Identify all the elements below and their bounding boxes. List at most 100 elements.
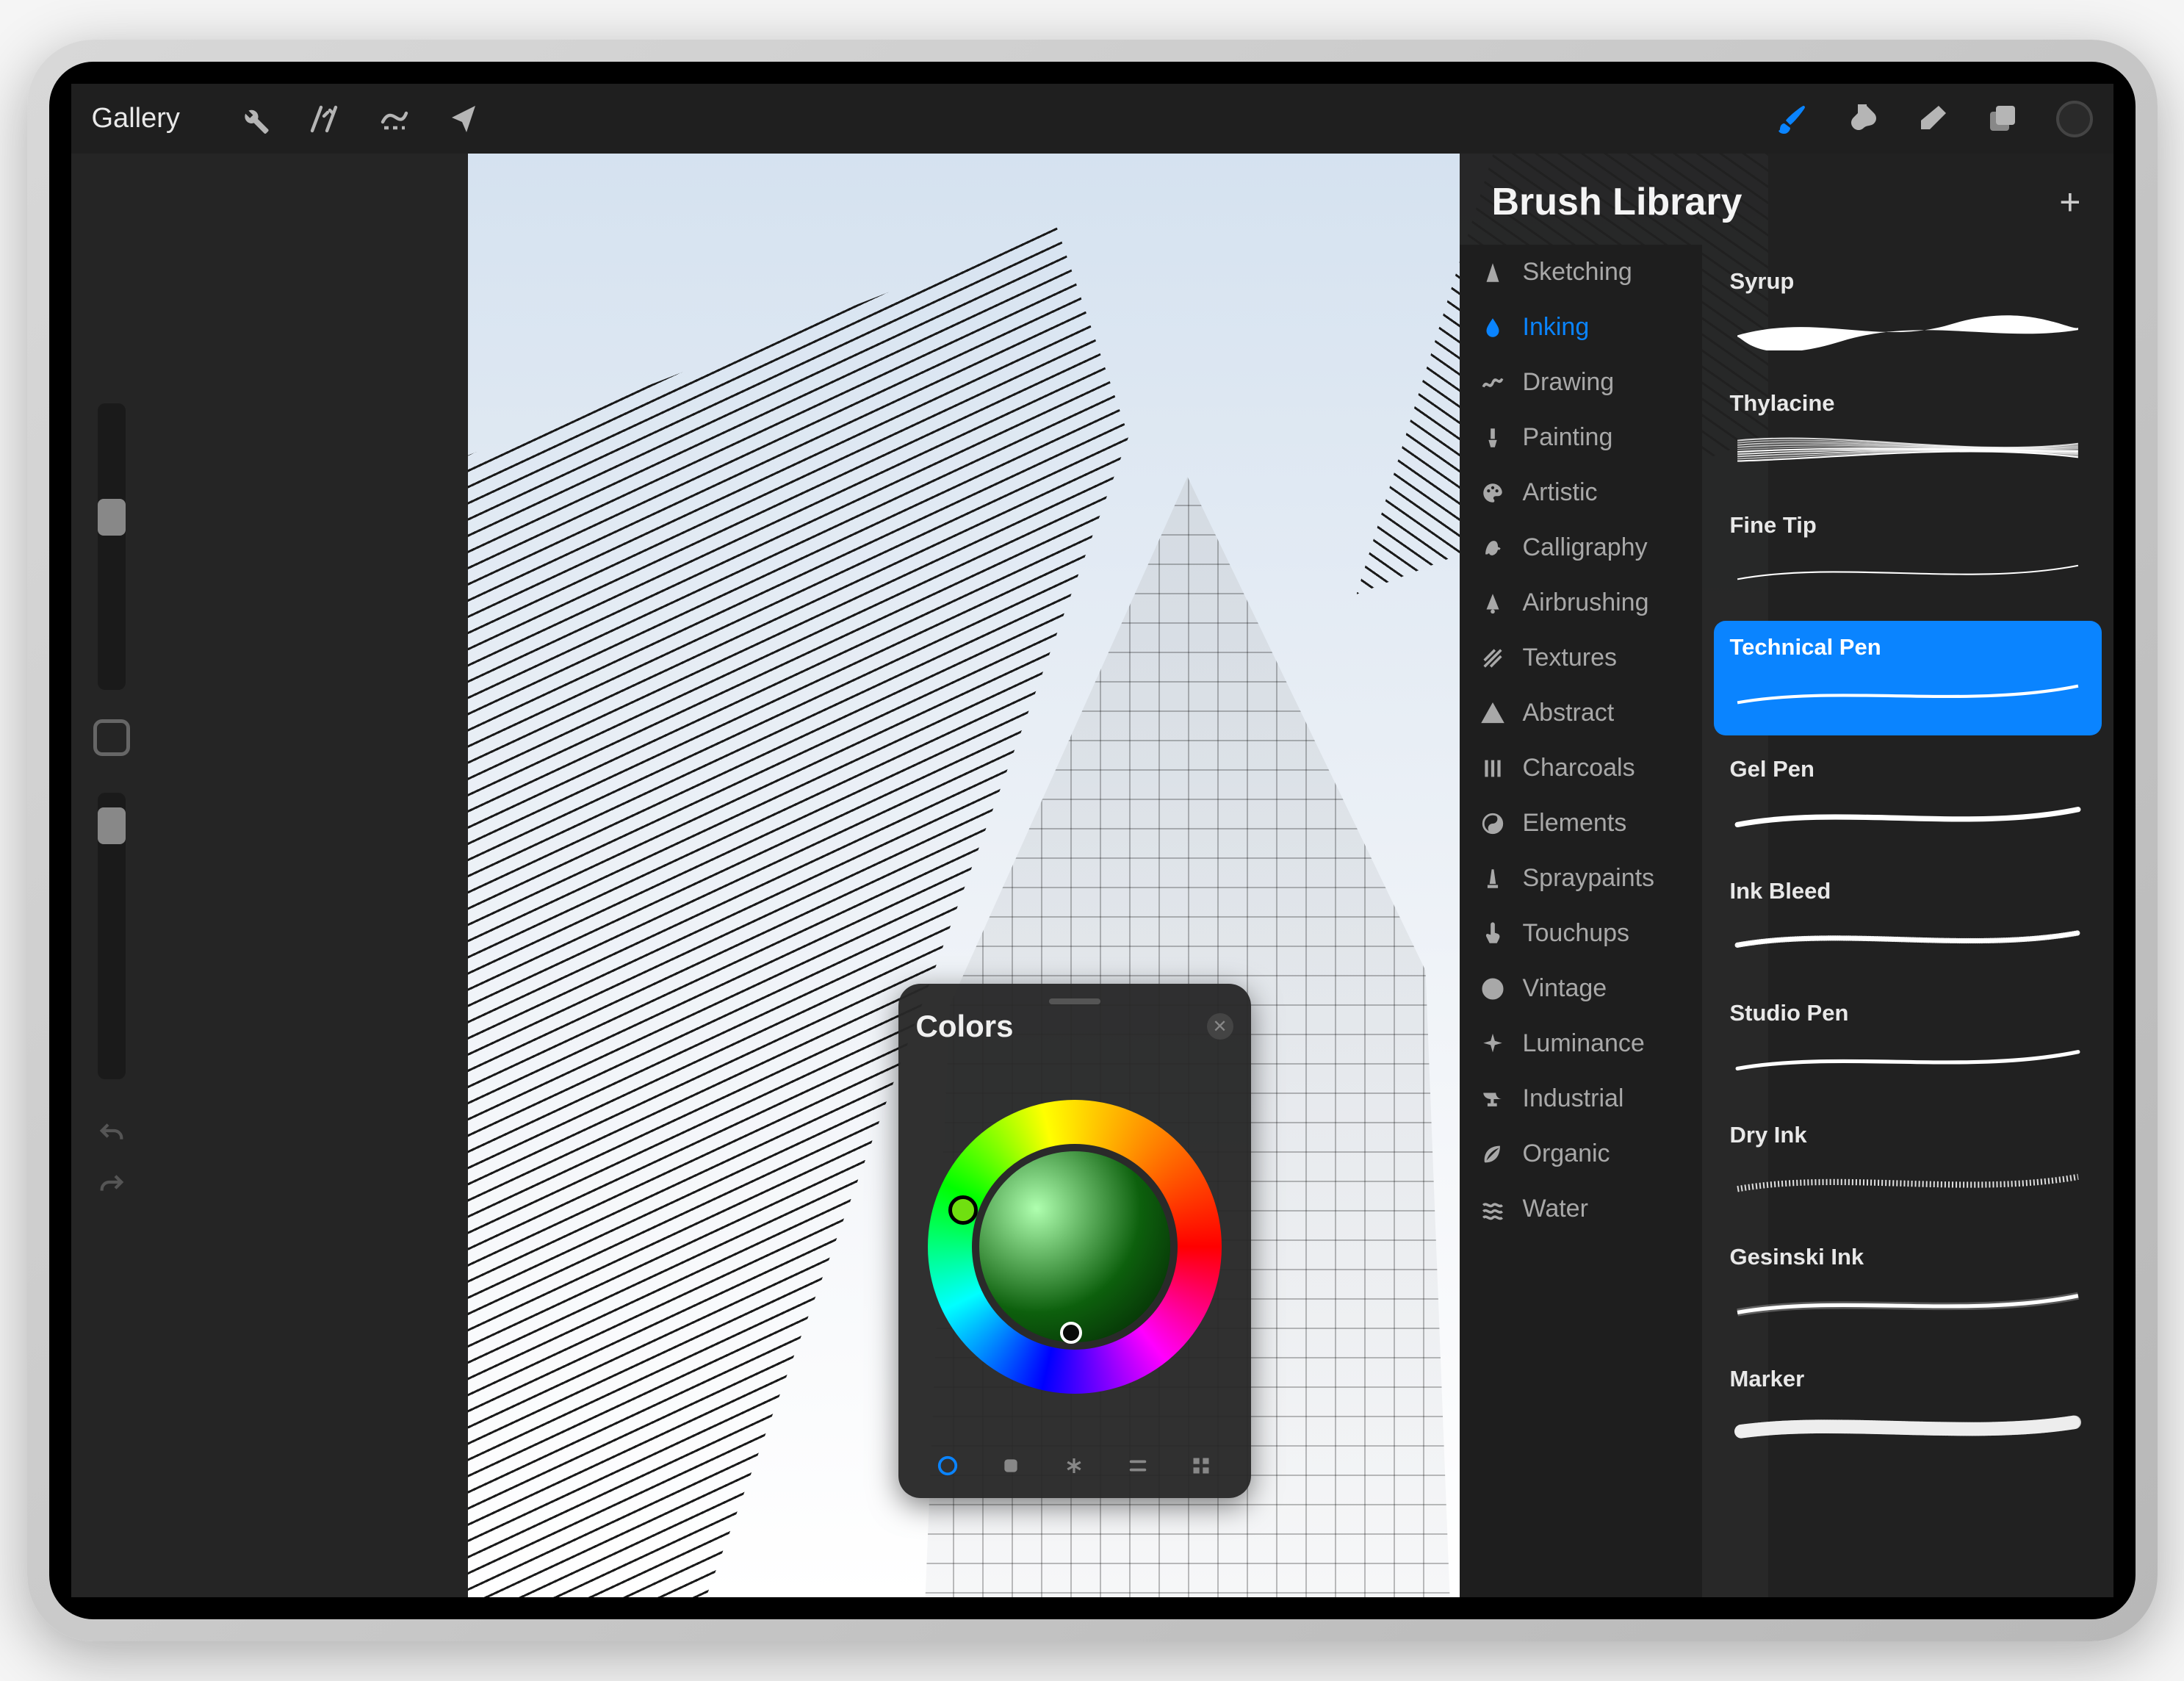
brush-category-vintage[interactable]: Vintage <box>1460 961 1702 1016</box>
brush-category-label: Spraypaints <box>1523 864 1655 893</box>
close-icon[interactable]: ✕ <box>1207 1013 1233 1040</box>
brush-item-studio-pen[interactable]: Studio Pen <box>1714 987 2102 1101</box>
color-harmony-tab-icon[interactable] <box>1059 1451 1089 1480</box>
smudge-tool-icon[interactable] <box>1845 101 1880 137</box>
brush-category-label: Painting <box>1523 423 1613 452</box>
eyedropper-button[interactable] <box>93 719 130 756</box>
add-brush-icon[interactable]: + <box>2059 181 2080 223</box>
brush-category-abstract[interactable]: Abstract <box>1460 685 1702 741</box>
brush-category-airbrushing[interactable]: Airbrushing <box>1460 575 1702 630</box>
lines-icon <box>1479 755 1507 782</box>
ipad-frame: Gallery <box>27 40 2158 1641</box>
app-root: Gallery <box>71 84 2113 1597</box>
monument-icon <box>1479 865 1507 893</box>
colors-panel-title: Colors <box>916 1009 1014 1044</box>
brush-stroke-preview <box>1730 549 2086 594</box>
brush-item-syrup[interactable]: Syrup <box>1714 255 2102 370</box>
brush-item-gesinski-ink[interactable]: Gesinski Ink <box>1714 1231 2102 1345</box>
brush-item-thylacine[interactable]: Thylacine <box>1714 377 2102 492</box>
brush-item-gel-pen[interactable]: Gel Pen <box>1714 743 2102 857</box>
brush-category-label: Industrial <box>1523 1084 1624 1113</box>
brush-size-knob[interactable] <box>98 499 126 536</box>
brush-stroke-preview <box>1730 1159 2086 1204</box>
brush-category-label: Touchups <box>1523 919 1630 948</box>
brush-item-fine-tip[interactable]: Fine Tip <box>1714 499 2102 613</box>
brush-category-organic[interactable]: Organic <box>1460 1126 1702 1181</box>
brush-size-slider[interactable] <box>98 403 126 690</box>
pencil-icon <box>1479 259 1507 287</box>
brush-category-textures[interactable]: Textures <box>1460 630 1702 685</box>
color-palette-tab-icon[interactable] <box>1186 1451 1216 1480</box>
gallery-button[interactable]: Gallery <box>92 103 180 134</box>
brush-category-sketching[interactable]: Sketching <box>1460 245 1702 300</box>
left-sidebar <box>71 154 152 1597</box>
undo-button[interactable] <box>93 1116 130 1153</box>
brush-category-calligraphy[interactable]: Calligraphy <box>1460 520 1702 575</box>
brush-category-inking[interactable]: Inking <box>1460 300 1702 355</box>
hue-cursor[interactable] <box>948 1195 978 1225</box>
brush-item-marker[interactable]: Marker <box>1714 1353 2102 1467</box>
brush-category-drawing[interactable]: Drawing <box>1460 355 1702 410</box>
brush-category-label: Calligraphy <box>1523 533 1648 562</box>
colors-panel[interactable]: Colors ✕ <box>898 984 1251 1498</box>
toolbar-right-group <box>1774 101 2093 137</box>
panel-grabber[interactable] <box>1049 998 1100 1004</box>
brush-category-elements[interactable]: Elements <box>1460 796 1702 851</box>
brush-category-industrial[interactable]: Industrial <box>1460 1071 1702 1126</box>
brush-item-label: Fine Tip <box>1730 512 2086 539</box>
brush-category-label: Textures <box>1523 644 1618 672</box>
brush-category-water[interactable]: Water <box>1460 1181 1702 1237</box>
brush-category-spraypaints[interactable]: Spraypaints <box>1460 851 1702 906</box>
palette-icon <box>1479 479 1507 507</box>
brush-stroke-preview <box>1730 793 2086 838</box>
brush-item-ink-bleed[interactable]: Ink Bleed <box>1714 865 2102 979</box>
brush-category-label: Airbrushing <box>1523 588 1649 617</box>
satval-cursor[interactable] <box>1060 1322 1082 1344</box>
squiggle-icon <box>1479 369 1507 397</box>
main-area: Colors ✕ <box>71 154 2113 1597</box>
brush-list[interactable]: Syrup Thylacine Fine Tip Technical Pen G… <box>1702 245 2113 1597</box>
redo-button[interactable] <box>93 1167 130 1204</box>
brush-category-label: Organic <box>1523 1140 1610 1168</box>
brush-library-panel: Brush Library + SketchingInkingDrawingPa… <box>1460 154 2113 1597</box>
color-disc-tab-icon[interactable] <box>933 1451 962 1480</box>
current-color-swatch[interactable] <box>2056 101 2093 137</box>
eraser-tool-icon[interactable] <box>1915 101 1950 137</box>
brush-item-label: Gel Pen <box>1730 756 2086 782</box>
brush-icon <box>1479 424 1507 452</box>
brush-category-label: Abstract <box>1523 699 1615 727</box>
color-value-tab-icon[interactable] <box>1123 1451 1153 1480</box>
brush-category-charcoals[interactable]: Charcoals <box>1460 741 1702 796</box>
brush-stroke-preview <box>1730 915 2086 960</box>
brush-category-painting[interactable]: Painting <box>1460 410 1702 465</box>
wrench-icon[interactable] <box>236 101 271 137</box>
color-wheel[interactable] <box>928 1100 1222 1394</box>
diag-icon <box>1479 644 1507 672</box>
brush-category-label: Drawing <box>1523 368 1615 397</box>
color-satval-disc[interactable] <box>972 1144 1178 1350</box>
finger-icon <box>1479 920 1507 948</box>
anvil-icon <box>1479 1085 1507 1113</box>
brush-category-artistic[interactable]: Artistic <box>1460 465 1702 520</box>
brush-category-list[interactable]: Sketching Inking Drawing Painting Artistic Ca… <box>1460 245 1702 1597</box>
color-mode-tabs <box>916 1442 1233 1483</box>
script-a-icon <box>1479 534 1507 562</box>
brush-category-touchups[interactable]: Touchups <box>1460 906 1702 961</box>
brush-stroke-preview <box>1730 427 2086 472</box>
brush-item-technical-pen[interactable]: Technical Pen <box>1714 621 2102 735</box>
brush-category-label: Charcoals <box>1523 754 1635 782</box>
brush-category-luminance[interactable]: Luminance <box>1460 1016 1702 1071</box>
transform-icon[interactable] <box>447 101 483 137</box>
ipad-screen: Gallery <box>49 62 2136 1619</box>
brush-item-label: Dry Ink <box>1730 1122 2086 1148</box>
adjustments-icon[interactable] <box>306 101 342 137</box>
selection-icon[interactable] <box>377 101 412 137</box>
brush-opacity-slider[interactable] <box>98 793 126 1079</box>
color-classic-tab-icon[interactable] <box>996 1451 1026 1480</box>
brush-tool-icon[interactable] <box>1774 101 1809 137</box>
brush-item-dry-ink[interactable]: Dry Ink <box>1714 1109 2102 1223</box>
brush-opacity-knob[interactable] <box>98 807 126 844</box>
layers-icon[interactable] <box>1986 101 2021 137</box>
brush-item-label: Gesinski Ink <box>1730 1244 2086 1270</box>
brush-category-label: Sketching <box>1523 258 1632 287</box>
